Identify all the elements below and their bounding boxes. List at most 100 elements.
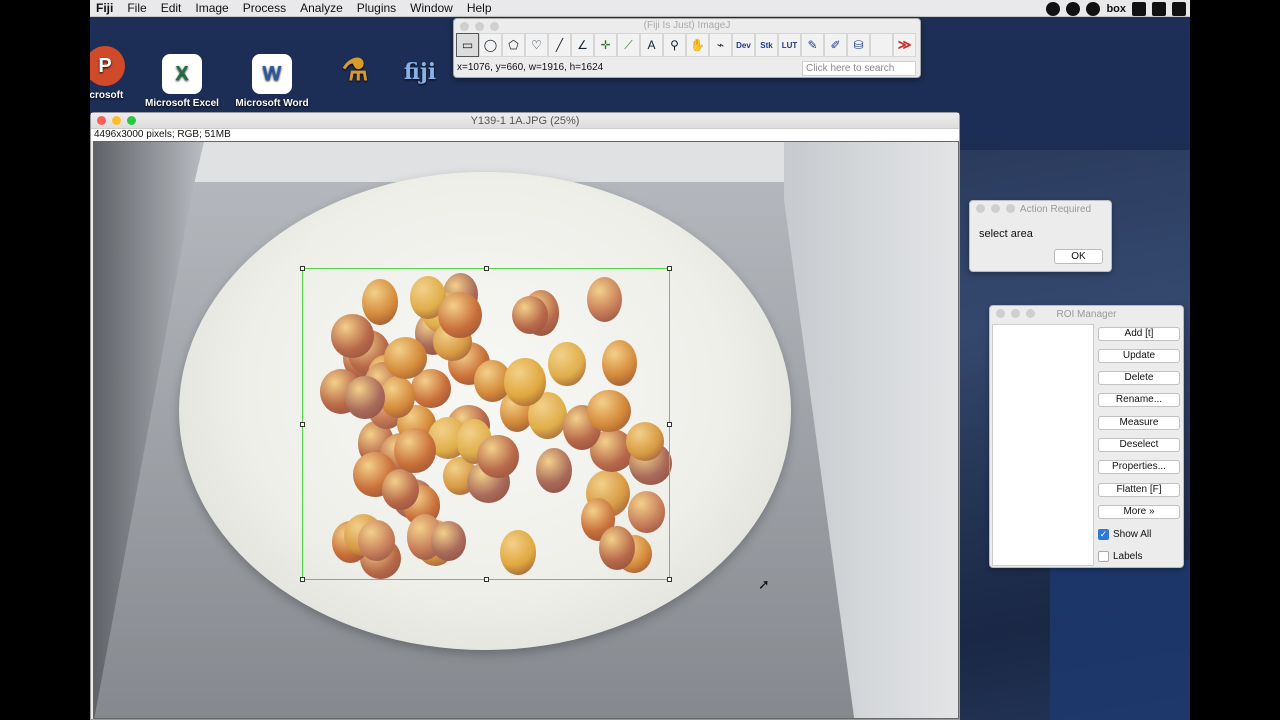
cast-icon[interactable] — [1152, 1, 1166, 16]
menu-window[interactable]: Window — [403, 0, 460, 17]
lut-tool-icon[interactable]: LUT — [778, 33, 801, 57]
rename-button[interactable]: Rename... — [1098, 393, 1180, 407]
search-input[interactable]: Click here to search — [802, 61, 916, 76]
menu-process[interactable]: Process — [236, 0, 293, 17]
oval-tool-icon[interactable]: ◯ — [479, 33, 502, 57]
deselect-button[interactable]: Deselect — [1098, 438, 1180, 452]
roi-manager-title-bar[interactable]: ROI Manager — [990, 306, 1183, 323]
image-window: Y139-1 1A.JPG (25%) 4496x3000 pixels; RG… — [90, 112, 960, 720]
show-all-label: Show All — [1113, 529, 1152, 540]
minimize-icon[interactable] — [991, 204, 1000, 213]
close-icon[interactable] — [976, 204, 985, 213]
desktop-icon-word[interactable]: W Microsoft Word — [227, 54, 317, 109]
point-tool-icon[interactable]: ✛ — [594, 33, 617, 57]
text-tool-icon[interactable]: A — [640, 33, 663, 57]
angle-tool-icon[interactable]: ∠ — [571, 33, 594, 57]
wand-tool-icon[interactable]: ⟋ — [617, 33, 640, 57]
minimize-icon[interactable] — [112, 116, 121, 125]
selection-handle[interactable] — [484, 266, 489, 271]
menu-edit[interactable]: Edit — [154, 0, 189, 17]
action-dialog-message: select area — [979, 228, 1033, 240]
selection-handle[interactable] — [484, 577, 489, 582]
menu-file[interactable]: File — [120, 0, 153, 17]
zoom-icon[interactable] — [127, 116, 136, 125]
menu-image[interactable]: Image — [188, 0, 235, 17]
menu-analyze[interactable]: Analyze — [293, 0, 350, 17]
fiji-icon: fiji — [403, 59, 437, 85]
airplay-icon[interactable] — [1172, 1, 1186, 16]
polygon-tool-icon[interactable]: ⬠ — [502, 33, 525, 57]
zoom-icon[interactable] — [1026, 309, 1035, 318]
flood-fill-tool-icon[interactable]: ⛁ — [847, 33, 870, 57]
selection-handle[interactable] — [300, 577, 305, 582]
imagej-title: (Fiji Is Just) ImageJ — [643, 20, 731, 31]
blank-tool-icon — [870, 33, 893, 57]
show-all-checkbox[interactable]: ✓ Show All — [1098, 529, 1151, 540]
brush-tool-icon[interactable]: ✐ — [824, 33, 847, 57]
labels-label: Labels — [1113, 551, 1143, 562]
measure-button[interactable]: Measure — [1098, 416, 1180, 430]
hand-tool-icon[interactable]: ✋ — [686, 33, 709, 57]
zoom-icon[interactable] — [1006, 204, 1015, 213]
imagej-status-text: x=1076, y=660, w=1916, h=1624 — [457, 62, 604, 73]
flatten-button[interactable]: Flatten [F] — [1098, 483, 1180, 497]
image-title-bar[interactable]: Y139-1 1A.JPG (25%) — [91, 113, 959, 129]
pencil-tool-icon[interactable]: ✎ — [801, 33, 824, 57]
rectangle-tool-icon[interactable]: ▭ — [456, 33, 479, 57]
desktop-icon-fiji[interactable]: fiji — [375, 52, 465, 96]
cloud-icon[interactable] — [1086, 1, 1101, 16]
freehand-tool-icon[interactable]: ♡ — [525, 33, 548, 57]
powerpoint-icon: P — [90, 46, 125, 86]
app-c-icon[interactable] — [1132, 1, 1146, 16]
minimize-icon[interactable] — [1011, 309, 1020, 318]
imagej-title-bar[interactable]: (Fiji Is Just) ImageJ — [454, 19, 920, 33]
box-app-label[interactable]: box — [1106, 3, 1126, 15]
menu-help[interactable]: Help — [460, 0, 499, 17]
add-button[interactable]: Add [t] — [1098, 327, 1180, 341]
line-tool-icon[interactable]: ╱ — [548, 33, 571, 57]
selection-handle[interactable] — [667, 266, 672, 271]
close-icon[interactable] — [996, 309, 1005, 318]
window-controls — [460, 22, 499, 31]
record-icon[interactable] — [1046, 1, 1061, 16]
excel-icon: X — [162, 54, 202, 94]
minimize-icon[interactable] — [475, 22, 484, 31]
properties-button[interactable]: Properties... — [1098, 460, 1180, 474]
mouse-pointer-icon: ➚ — [758, 576, 770, 592]
menu-plugins[interactable]: Plugins — [350, 0, 403, 17]
word-icon: W — [252, 54, 292, 94]
close-icon[interactable] — [460, 22, 469, 31]
menu-bar: Fiji File Edit Image Process Analyze Plu… — [90, 0, 1190, 17]
window-controls — [976, 204, 1015, 213]
dev-tool-icon[interactable]: Dev — [732, 33, 755, 57]
desktop: Fiji File Edit Image Process Analyze Plu… — [90, 0, 1190, 720]
image-info-text: 4496x3000 pixels; RGB; 51MB — [91, 129, 959, 141]
zoom-icon[interactable] — [490, 22, 499, 31]
checkbox-icon — [1098, 551, 1109, 562]
magnifier-tool-icon[interactable]: ⚲ — [663, 33, 686, 57]
selection-handle[interactable] — [667, 422, 672, 427]
dropper-tool-icon[interactable]: ⌁ — [709, 33, 732, 57]
delete-button[interactable]: Delete — [1098, 371, 1180, 385]
close-icon[interactable] — [97, 116, 106, 125]
imagej-tool-row: ▭ ◯ ⬠ ♡ ╱ ∠ ✛ ⟋ A ⚲ ✋ ⌁ Dev Stk LUT ✎ ✐ … — [454, 33, 920, 59]
more-button[interactable]: More » — [1098, 505, 1180, 519]
labels-checkbox[interactable]: Labels — [1098, 551, 1142, 562]
menu-app-name[interactable]: Fiji — [90, 0, 120, 17]
update-button[interactable]: Update — [1098, 349, 1180, 363]
sync-icon[interactable] — [1066, 1, 1081, 16]
desktop-icon-label: Microsoft Word — [235, 98, 309, 109]
roi-list[interactable] — [992, 324, 1094, 566]
selection-handle[interactable] — [667, 577, 672, 582]
ok-button[interactable]: OK — [1054, 249, 1103, 264]
action-required-dialog: Action Required select area OK — [969, 200, 1112, 272]
image-canvas[interactable] — [93, 141, 959, 719]
selection-handle[interactable] — [300, 266, 305, 271]
desktop-icon-excel[interactable]: X Microsoft Excel — [137, 54, 227, 109]
rectangle-selection[interactable] — [300, 266, 672, 582]
selection-handle[interactable] — [300, 422, 305, 427]
status-area: box — [1046, 0, 1190, 17]
stk-tool-icon[interactable]: Stk — [755, 33, 778, 57]
more-tools-icon[interactable]: ≫ — [893, 33, 916, 57]
action-dialog-title-bar[interactable]: Action Required — [970, 201, 1111, 218]
